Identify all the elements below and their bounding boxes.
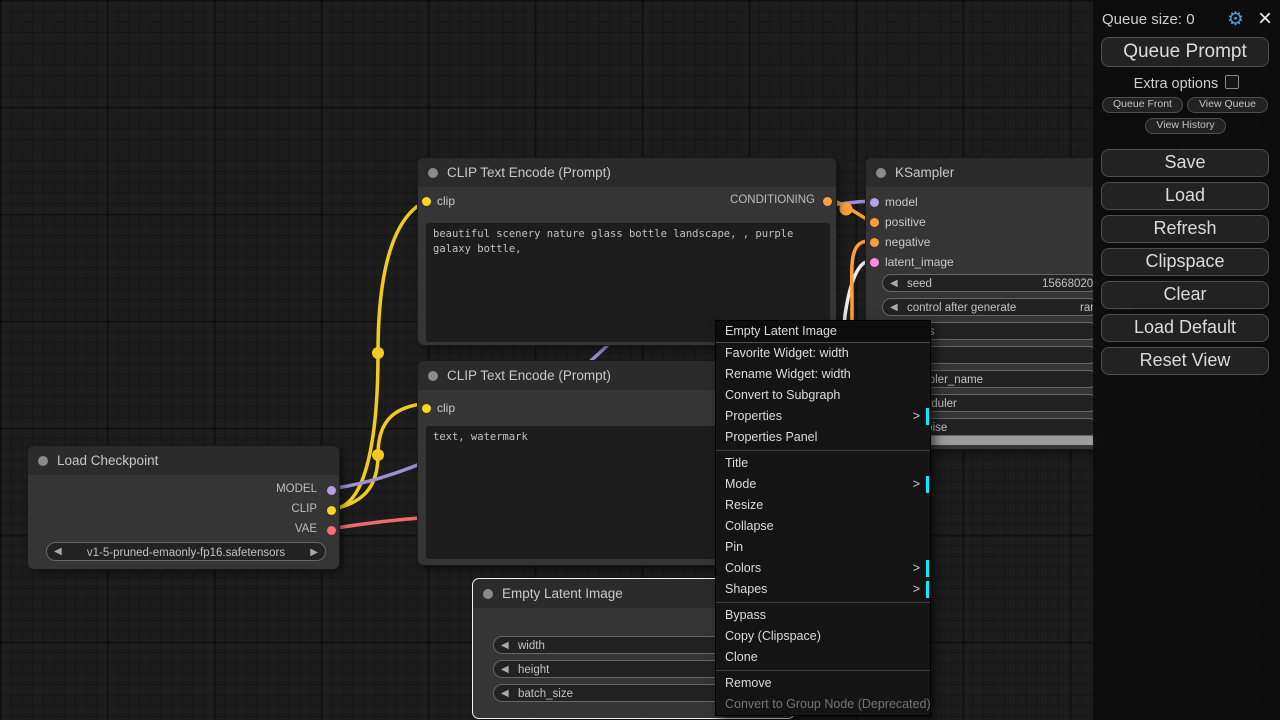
load-button[interactable]: Load bbox=[1101, 182, 1269, 210]
decrement-icon[interactable]: ◀ bbox=[501, 639, 509, 653]
submenu-arrow-icon: > bbox=[913, 406, 920, 427]
input-label-negative: negative bbox=[885, 235, 930, 249]
context-menu-title: Empty Latent Image bbox=[716, 321, 930, 343]
gear-icon[interactable]: ⚙ bbox=[1227, 8, 1244, 31]
submenu-arrow-icon: > bbox=[913, 474, 920, 495]
output-slot-conditioning[interactable] bbox=[823, 197, 832, 206]
input-slot-model[interactable] bbox=[870, 198, 879, 207]
submenu-accent-bar bbox=[926, 560, 929, 577]
node-graph-canvas[interactable]: CLIP Text Encode (Prompt) clip CONDITION… bbox=[0, 0, 1280, 720]
collapse-dot-icon[interactable] bbox=[428, 168, 438, 178]
view-queue-button[interactable]: View Queue bbox=[1187, 97, 1268, 113]
clipspace-button[interactable]: Clipspace bbox=[1101, 248, 1269, 276]
node-title: KSampler bbox=[895, 165, 954, 180]
menu-item-clone[interactable]: Clone bbox=[716, 647, 930, 668]
widget-label: control after generate bbox=[907, 301, 1016, 316]
menu-item-bypass[interactable]: Bypass bbox=[716, 605, 930, 626]
node-header[interactable]: Load Checkpoint bbox=[28, 446, 339, 475]
menu-item-rename-widget[interactable]: Rename Widget: width bbox=[716, 364, 930, 385]
node-title: Load Checkpoint bbox=[57, 453, 158, 468]
output-label-clip: CLIP bbox=[291, 503, 317, 515]
submenu-accent-bar bbox=[926, 408, 929, 425]
menu-separator bbox=[716, 450, 930, 451]
output-label-vae: VAE bbox=[295, 523, 317, 535]
widget-label: height bbox=[518, 663, 549, 678]
output-slot-vae[interactable] bbox=[327, 526, 336, 535]
submenu-arrow-icon: > bbox=[913, 579, 920, 600]
decrement-icon[interactable]: ◀ bbox=[890, 301, 898, 315]
output-label-model: MODEL bbox=[276, 483, 317, 495]
extra-options-label: Extra options bbox=[1134, 76, 1219, 92]
menu-item-colors[interactable]: Colors > bbox=[716, 558, 930, 579]
collapse-dot-icon[interactable] bbox=[483, 589, 493, 599]
combo-next-icon[interactable]: ▶ bbox=[310, 546, 318, 560]
node-context-menu: Empty Latent Image Favorite Widget: widt… bbox=[715, 320, 931, 716]
node-title: CLIP Text Encode (Prompt) bbox=[447, 165, 611, 180]
load-default-button[interactable]: Load Default bbox=[1101, 314, 1269, 342]
view-history-button[interactable]: View History bbox=[1145, 118, 1226, 134]
menu-item-properties[interactable]: Properties > bbox=[716, 406, 930, 427]
decrement-icon[interactable]: ◀ bbox=[501, 687, 509, 701]
reset-view-button[interactable]: Reset View bbox=[1101, 347, 1269, 375]
collapse-dot-icon[interactable] bbox=[876, 168, 886, 178]
widget-label: seed bbox=[907, 277, 932, 292]
input-slot-clip[interactable] bbox=[422, 404, 431, 413]
menu-item-favorite-widget[interactable]: Favorite Widget: width bbox=[716, 343, 930, 364]
input-label-clip: clip bbox=[437, 194, 455, 208]
node-header[interactable]: CLIP Text Encode (Prompt) bbox=[418, 158, 836, 187]
node-title: Empty Latent Image bbox=[502, 586, 623, 601]
seed-widget[interactable]: ◀ seed 1566802087 bbox=[882, 274, 1098, 292]
menu-item-remove[interactable]: Remove bbox=[716, 673, 930, 694]
clear-button[interactable]: Clear bbox=[1101, 281, 1269, 309]
control-after-generate-widget[interactable]: ◀ control after generate randomize bbox=[882, 298, 1098, 316]
menu-item-pin[interactable]: Pin bbox=[716, 537, 930, 558]
queue-front-button[interactable]: Queue Front bbox=[1102, 97, 1183, 113]
output-slot-clip[interactable] bbox=[327, 506, 336, 515]
input-slot-latent-image[interactable] bbox=[870, 258, 879, 267]
menu-separator bbox=[716, 670, 930, 671]
menu-item-mode[interactable]: Mode > bbox=[716, 474, 930, 495]
menu-item-title[interactable]: Title bbox=[716, 453, 930, 474]
menu-separator bbox=[716, 602, 930, 603]
widget-label: width bbox=[518, 639, 545, 654]
input-label-model: model bbox=[885, 195, 918, 209]
menu-item-shapes[interactable]: Shapes > bbox=[716, 579, 930, 600]
extra-options-checkbox[interactable] bbox=[1225, 75, 1239, 89]
menu-item-collapse[interactable]: Collapse bbox=[716, 516, 930, 537]
menu-item-convert-to-subgraph[interactable]: Convert to Subgraph bbox=[716, 385, 930, 406]
menu-item-convert-to-group-node: Convert to Group Node (Deprecated) bbox=[716, 694, 930, 715]
ckpt-name-combo[interactable]: ◀ v1-5-pruned-emaonly-fp16.safetensors ▶ bbox=[46, 542, 326, 561]
decrement-icon[interactable]: ◀ bbox=[890, 277, 898, 291]
submenu-accent-bar bbox=[926, 581, 929, 598]
widget-label: batch_size bbox=[518, 687, 573, 702]
menu-item-properties-panel[interactable]: Properties Panel bbox=[716, 427, 930, 448]
submenu-arrow-icon: > bbox=[913, 558, 920, 579]
input-slot-negative[interactable] bbox=[870, 238, 879, 247]
decrement-icon[interactable]: ◀ bbox=[501, 663, 509, 677]
node-header[interactable]: KSampler bbox=[866, 158, 1104, 187]
menu-item-copy-clipspace[interactable]: Copy (Clipspace) bbox=[716, 626, 930, 647]
input-label-latent-image: latent_image bbox=[885, 255, 954, 269]
output-slot-model[interactable] bbox=[327, 486, 336, 495]
input-label-clip: clip bbox=[437, 401, 455, 415]
collapse-dot-icon[interactable] bbox=[428, 371, 438, 381]
refresh-button[interactable]: Refresh bbox=[1101, 215, 1269, 243]
close-icon[interactable]: × bbox=[1258, 5, 1272, 33]
node-load-checkpoint[interactable]: Load Checkpoint MODEL CLIP VAE ◀ v1-5-pr… bbox=[27, 445, 340, 570]
collapse-dot-icon[interactable] bbox=[38, 456, 48, 466]
input-slot-clip[interactable] bbox=[422, 197, 431, 206]
queue-size-label: Queue size: 0 bbox=[1102, 11, 1195, 28]
submenu-accent-bar bbox=[926, 476, 929, 493]
input-slot-positive[interactable] bbox=[870, 218, 879, 227]
queue-panel: Queue size: 0 ⚙ × Queue Prompt Extra opt… bbox=[1093, 0, 1280, 720]
output-label-conditioning: CONDITIONING bbox=[730, 194, 815, 206]
node-clip-text-encode-positive[interactable]: CLIP Text Encode (Prompt) clip CONDITION… bbox=[417, 157, 837, 346]
ckpt-name-value: v1-5-pruned-emaonly-fp16.safetensors bbox=[47, 546, 325, 561]
input-label-positive: positive bbox=[885, 215, 926, 229]
queue-prompt-button[interactable]: Queue Prompt bbox=[1101, 37, 1269, 67]
node-title: CLIP Text Encode (Prompt) bbox=[447, 368, 611, 383]
save-button[interactable]: Save bbox=[1101, 149, 1269, 177]
menu-item-resize[interactable]: Resize bbox=[716, 495, 930, 516]
